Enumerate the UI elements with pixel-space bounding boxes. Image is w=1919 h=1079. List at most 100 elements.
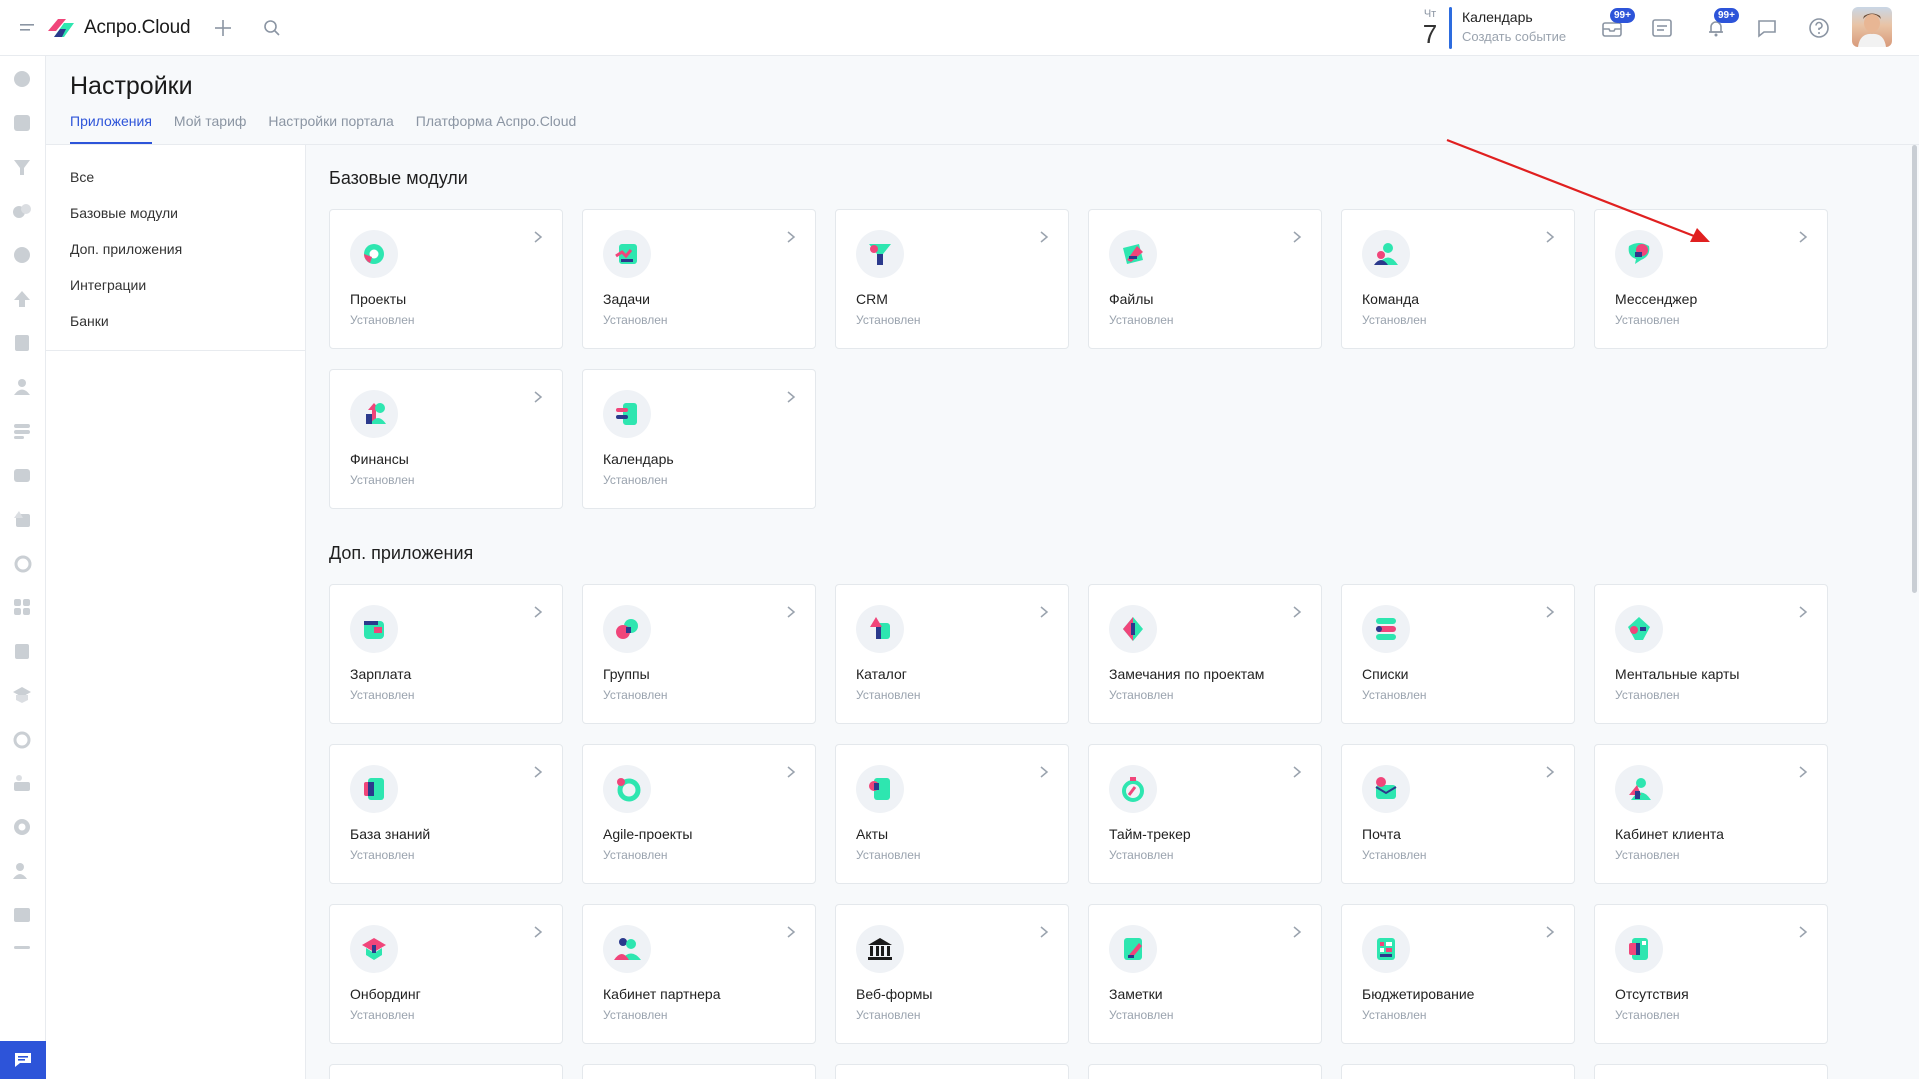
app-card-messenger[interactable]: Мессенджер Установлен [1594,209,1828,349]
app-card-remarks[interactable]: Замечания по проектам Установлен [1088,584,1322,724]
app-card-status: Установлен [603,848,668,862]
app-card-lists[interactable]: Списки Установлен [1341,584,1575,724]
rail-catalog-icon[interactable] [11,508,33,530]
app-card-tasks[interactable]: Задачи Установлен [582,209,816,349]
app-card-partial[interactable] [835,1064,1069,1079]
app-card-status: Установлен [856,688,921,702]
webforms-icon [868,938,892,960]
rail-groups-icon[interactable] [11,200,33,222]
app-card-partial[interactable] [1594,1064,1828,1079]
app-card-salary[interactable]: Зарплата Установлен [329,584,563,724]
rail-notes-icon[interactable] [11,332,33,354]
app-icon-wrapper [1109,605,1157,653]
app-card-partial[interactable] [582,1064,816,1079]
app-card-partial[interactable] [329,1064,563,1079]
nav-base-modules[interactable]: Базовые модули [70,205,178,221]
onboarding-icon [362,938,386,960]
app-icon-wrapper [1615,230,1663,278]
rail-mindmap-icon[interactable] [11,596,33,618]
app-card-webforms[interactable]: Веб-формы Установлен [835,904,1069,1044]
create-event-link[interactable]: Создать событие [1462,26,1566,48]
menu-icon[interactable] [17,16,41,40]
tasks-inbox-icon[interactable]: 99+ [1600,8,1635,40]
bell-icon[interactable]: 99+ [1704,8,1739,40]
app-card-finance[interactable]: Финансы Установлен [329,369,563,509]
scrollbar-thumb[interactable] [1912,145,1917,593]
chevron-right-icon [534,606,543,618]
chat-widget-button[interactable] [0,1041,46,1079]
rail-tasks-icon[interactable] [11,112,33,134]
rail-partner-icon[interactable] [11,860,33,882]
rail-team-icon[interactable] [11,376,33,398]
rail-timer-icon[interactable] [11,728,33,750]
app-card-groups[interactable]: Группы Установлен [582,584,816,724]
nav-extra-apps[interactable]: Доп. приложения [70,241,182,257]
tab-portal-settings[interactable]: Настройки портала [268,110,393,144]
add-icon[interactable] [210,15,236,41]
app-card-budget[interactable]: Бюджетирование Установлен [1341,904,1575,1044]
avatar[interactable] [1852,7,1892,47]
app-card-onboarding[interactable]: Онбординг Установлен [329,904,563,1044]
tab-my-plan[interactable]: Мой тариф [174,110,246,144]
rail-lists-icon[interactable] [11,420,33,442]
app-card-mail[interactable]: Почта Установлен [1341,744,1575,884]
rail-files-icon[interactable] [11,244,33,266]
rail-agile-icon[interactable] [11,552,33,574]
app-card-name: Отсутствия [1615,986,1689,1002]
app-card-name: Заметки [1109,986,1163,1002]
help-icon[interactable] [1807,16,1831,40]
rail-finance-icon[interactable] [11,288,33,310]
absence-icon [1629,938,1648,960]
app-card-agile[interactable]: Agile-проекты Установлен [582,744,816,884]
notes-icon[interactable] [1650,16,1674,40]
nav-banks[interactable]: Банки [70,313,109,329]
app-card-crm[interactable]: CRM Установлен [835,209,1069,349]
app-card-status: Установлен [1615,1008,1680,1022]
app-card-mindmap[interactable]: Ментальные карты Установлен [1594,584,1828,724]
team-icon [1374,243,1398,265]
app-card-partial[interactable] [1088,1064,1322,1079]
chat-icon[interactable] [1755,16,1779,40]
rail-mail-icon[interactable] [11,772,33,794]
app-card-files[interactable]: Файлы Установлен [1088,209,1322,349]
app-card-status: Установлен [603,688,668,702]
client-cabinet-icon [1629,778,1651,800]
acts-icon [869,778,890,800]
app-card-calendar[interactable]: Календарь Установлен [582,369,816,509]
tab-platform[interactable]: Платформа Аспро.Cloud [416,110,576,144]
calendar-widget[interactable]: Чт 7 Календарь Создать событие [1419,4,1566,52]
lists-icon [1376,618,1396,640]
notifications-badge: 99+ [1714,8,1739,23]
nav-all[interactable]: Все [70,169,94,185]
app-card-catalog[interactable]: Каталог Установлен [835,584,1069,724]
logo-icon [48,19,74,37]
nav-integrations[interactable]: Интеграции [70,277,146,293]
search-icon[interactable] [260,16,284,40]
app-card-knowledge[interactable]: База знаний Установлен [329,744,563,884]
app-icon-wrapper [350,390,398,438]
logo[interactable]: Аспро.Cloud [46,14,191,42]
rail-reports-icon[interactable] [11,904,33,926]
app-card-partial[interactable] [1341,1064,1575,1079]
app-card-projects[interactable]: Проекты Установлен [329,209,563,349]
rail-more-icon[interactable] [11,944,33,954]
app-card-client-cabinet[interactable]: Кабинет клиента Установлен [1594,744,1828,884]
rail-settings-icon[interactable] [11,816,33,838]
app-card-timer[interactable]: Тайм-трекер Установлен [1088,744,1322,884]
rail-onboarding-icon[interactable] [11,684,33,706]
app-card-acts[interactable]: Акты Установлен [835,744,1069,884]
rail-knowledge-icon[interactable] [11,640,33,662]
app-card-status: Установлен [1362,1008,1427,1022]
app-card-notes[interactable]: Заметки Установлен [1088,904,1322,1044]
app-card-status: Установлен [603,473,668,487]
rail-projects-icon[interactable] [11,68,33,90]
app-card-team[interactable]: Команда Установлен [1341,209,1575,349]
app-card-partner-cabinet[interactable]: Кабинет партнера Установлен [582,904,816,1044]
chevron-right-icon [1799,231,1808,243]
app-card-name: Группы [603,666,650,682]
tab-applications[interactable]: Приложения [70,110,152,144]
app-card-status: Установлен [1362,688,1427,702]
rail-salary-icon[interactable] [11,464,33,486]
rail-crm-icon[interactable] [11,156,33,178]
app-card-absence[interactable]: Отсутствия Установлен [1594,904,1828,1044]
